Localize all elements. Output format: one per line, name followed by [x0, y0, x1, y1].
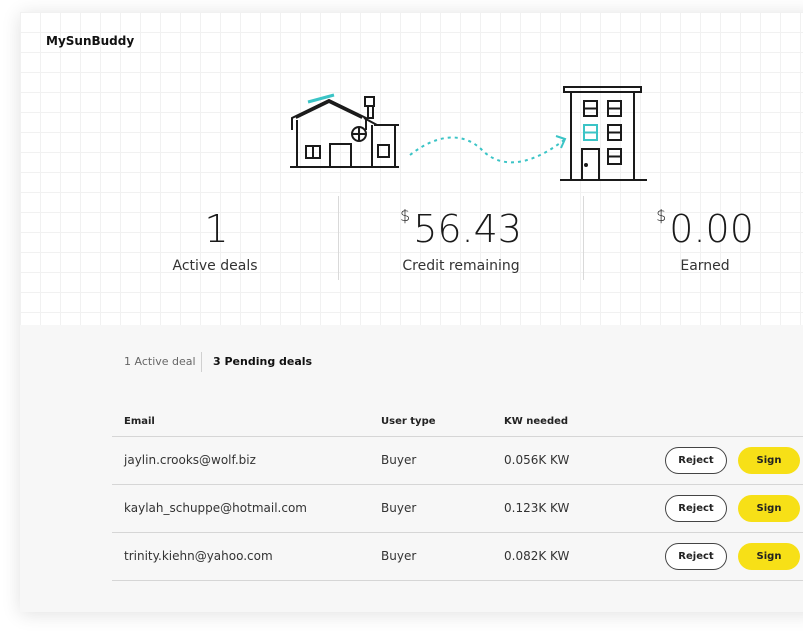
- illustration: [290, 86, 647, 181]
- stat-label: Credit remaining: [402, 258, 520, 274]
- row-user-type: Buyer: [381, 549, 417, 563]
- hero-section: MySunBuddy 1 Active deals $56.43 Credit …: [20, 12, 803, 325]
- sign-button[interactable]: Sign: [738, 495, 800, 522]
- row-kw: 0.082K KW: [504, 549, 570, 563]
- brand-logo[interactable]: MySunBuddy: [46, 34, 134, 48]
- row-email: trinity.kiehn@yahoo.com: [124, 549, 273, 563]
- tab-active-deal[interactable]: 1 Active deal: [124, 355, 196, 368]
- sign-button[interactable]: Sign: [738, 543, 800, 570]
- sign-button[interactable]: Sign: [738, 447, 800, 474]
- stat-value: $0.00: [656, 206, 754, 251]
- stat-credit-remaining: $56.43 Credit remaining: [356, 196, 566, 280]
- row-kw: 0.056K KW: [504, 453, 570, 467]
- reject-button[interactable]: Reject: [665, 543, 727, 570]
- table-row: kaylah_schuppe@hotmail.com Buyer 0.123K …: [112, 485, 803, 533]
- table-row: jaylin.crooks@wolf.biz Buyer 0.056K KW R…: [112, 437, 803, 485]
- stat-label: Active deals: [172, 258, 258, 274]
- header-email: Email: [124, 416, 155, 427]
- row-kw: 0.123K KW: [504, 501, 570, 515]
- table-row: trinity.kiehn@yahoo.com Buyer 0.082K KW …: [112, 533, 803, 581]
- stats-row: 1 Active deals $56.43 Credit remaining $…: [20, 196, 803, 280]
- dashboard-card: MySunBuddy 1 Active deals $56.43 Credit …: [20, 12, 803, 612]
- stat-label: Earned: [680, 258, 730, 274]
- pending-deals-table: Email User type KW needed jaylin.crooks@…: [112, 411, 803, 581]
- apartment-building-icon: [560, 86, 647, 181]
- header-user-type: User type: [381, 416, 436, 427]
- stat-value: 1: [204, 207, 229, 251]
- tab-divider: [201, 352, 202, 372]
- row-user-type: Buyer: [381, 453, 417, 467]
- reject-button[interactable]: Reject: [665, 495, 727, 522]
- stat-active-deals: 1 Active deals: [120, 196, 310, 280]
- stat-divider: [583, 196, 584, 280]
- header-kw-needed: KW needed: [504, 416, 569, 427]
- row-email: kaylah_schuppe@hotmail.com: [124, 501, 307, 515]
- stat-earned: $0.00 Earned: [610, 196, 800, 280]
- house-icon: [290, 93, 399, 168]
- row-user-type: Buyer: [381, 501, 417, 515]
- stat-divider: [338, 196, 339, 280]
- row-email: jaylin.crooks@wolf.biz: [124, 453, 256, 467]
- tab-pending-deals[interactable]: 3 Pending deals: [213, 355, 312, 368]
- deals-section: 1 Active deal 3 Pending deals Email User…: [20, 325, 803, 612]
- reject-button[interactable]: Reject: [665, 447, 727, 474]
- stat-value: $56.43: [400, 206, 522, 251]
- dotted-arrow-icon: [409, 135, 567, 164]
- table-header: Email User type KW needed: [112, 411, 803, 437]
